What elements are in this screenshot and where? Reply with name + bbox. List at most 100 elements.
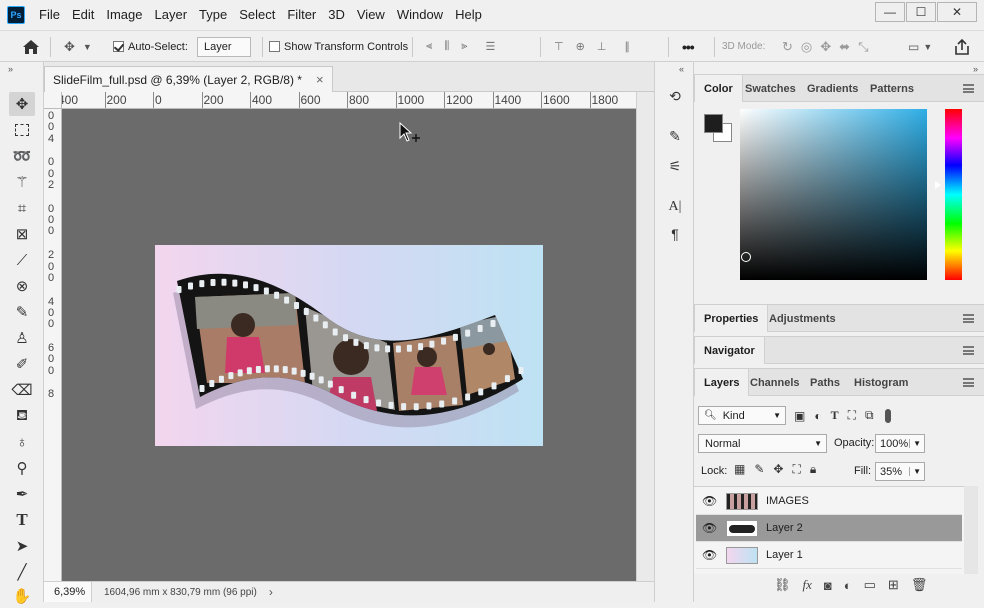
tab-adjustments[interactable]: Adjustments bbox=[760, 305, 845, 332]
collapse-icon[interactable]: » bbox=[8, 64, 13, 74]
hue-slider-handle[interactable] bbox=[935, 181, 941, 189]
panel-menu-icon[interactable] bbox=[963, 314, 974, 323]
share-icon[interactable] bbox=[953, 38, 971, 55]
distribute-v-icon[interactable]: ☰ bbox=[486, 40, 496, 53]
tab-gradients[interactable]: Gradients bbox=[798, 75, 867, 102]
menu-view[interactable]: View bbox=[351, 0, 391, 30]
filter-adjustment-icon[interactable]: ◐ bbox=[814, 409, 821, 423]
align-left-icon[interactable]: ⫷ bbox=[426, 40, 432, 53]
scale-3d-icon[interactable]: ⤡ bbox=[858, 39, 868, 55]
workspace-icon[interactable]: ▭ bbox=[908, 40, 919, 54]
fill-field[interactable]: 35% ▼ bbox=[875, 462, 925, 481]
add-mask-icon[interactable]: ◙ bbox=[824, 578, 832, 593]
clone-stamp-tool[interactable]: ♙ bbox=[9, 326, 35, 350]
eyedropper-tool[interactable]: ⟋ bbox=[9, 248, 35, 272]
home-button[interactable] bbox=[22, 31, 40, 62]
menu-3d[interactable]: 3D bbox=[322, 0, 351, 30]
tab-paths[interactable]: Paths bbox=[801, 369, 849, 396]
chevron-down-icon[interactable]: ▼ bbox=[923, 42, 932, 52]
align-center-h-icon[interactable]: ⫼ bbox=[444, 40, 449, 53]
paragraph-icon[interactable]: ¶ bbox=[665, 224, 685, 244]
layer-row-layer-2[interactable]: 👁︎ Layer 2 bbox=[696, 515, 962, 542]
adjust-sliders-icon[interactable]: ⚟ bbox=[665, 156, 685, 176]
chevron-down-icon[interactable]: ▼ bbox=[909, 467, 921, 476]
vertical-scrollbar[interactable] bbox=[636, 92, 654, 581]
tab-swatches[interactable]: Swatches bbox=[736, 75, 805, 102]
filter-smart-object-icon[interactable]: ⧉ bbox=[865, 408, 874, 423]
history-brush-tool[interactable]: ✐ bbox=[9, 352, 35, 376]
align-right-icon[interactable]: ⫸ bbox=[461, 40, 467, 53]
canvas-area[interactable] bbox=[62, 109, 636, 581]
frame-tool[interactable]: ⊠ bbox=[9, 222, 35, 246]
new-adjustment-layer-icon[interactable]: ◐ bbox=[844, 578, 852, 593]
tab-histogram[interactable]: Histogram bbox=[845, 369, 917, 396]
line-tool[interactable]: ╱ bbox=[9, 560, 35, 584]
brush-tool[interactable]: ✎ bbox=[9, 300, 35, 324]
color-field[interactable] bbox=[740, 109, 927, 280]
visibility-eye-icon[interactable]: 👁︎ bbox=[702, 494, 717, 508]
lasso-tool[interactable]: ➿ bbox=[9, 144, 35, 168]
lock-pixels-icon[interactable]: ✎ bbox=[754, 462, 764, 477]
tab-properties[interactable]: Properties bbox=[694, 305, 769, 332]
visibility-eye-icon[interactable]: 👁︎ bbox=[702, 521, 717, 535]
collapse-icon[interactable]: « bbox=[679, 64, 684, 74]
menu-file[interactable]: File bbox=[33, 0, 66, 30]
character-icon[interactable]: A| bbox=[665, 197, 685, 217]
document-tab[interactable]: SlideFilm_full.psd @ 6,39% (Layer 2, RGB… bbox=[44, 66, 333, 92]
menu-type[interactable]: Type bbox=[193, 0, 233, 30]
history-icon[interactable]: ⟲ bbox=[665, 86, 685, 106]
lock-artboard-icon[interactable]: ⛶ bbox=[792, 462, 800, 477]
auto-select-checkbox[interactable]: Auto-Select: bbox=[113, 31, 188, 62]
filter-pixel-icon[interactable]: ▣ bbox=[794, 409, 805, 423]
lock-all-icon[interactable]: 🔒︎ bbox=[810, 462, 816, 477]
link-layers-icon[interactable]: ⛓ bbox=[774, 577, 791, 593]
collapse-icon[interactable]: » bbox=[973, 64, 978, 74]
menu-filter[interactable]: Filter bbox=[281, 0, 322, 30]
lock-position-icon[interactable]: ✥ bbox=[773, 462, 783, 477]
foreground-color-swatch[interactable] bbox=[704, 114, 723, 133]
filter-type-icon[interactable]: T bbox=[831, 408, 839, 423]
close-tab-button[interactable]: × bbox=[316, 72, 324, 87]
layer-list-scrollbar[interactable] bbox=[964, 486, 978, 574]
hue-slider[interactable] bbox=[945, 109, 962, 280]
minimize-button[interactable]: — bbox=[875, 2, 905, 22]
lock-transparent-icon[interactable]: ▦ bbox=[734, 462, 745, 477]
chevron-down-icon[interactable]: ▼ bbox=[909, 439, 921, 448]
panel-menu-icon[interactable] bbox=[963, 346, 974, 355]
close-window-button[interactable]: ✕ bbox=[937, 2, 977, 22]
layer-style-icon[interactable]: fx bbox=[803, 577, 812, 593]
tab-navigator[interactable]: Navigator bbox=[694, 337, 765, 364]
move-tool[interactable]: ✥ bbox=[9, 92, 35, 116]
panel-menu-icon[interactable] bbox=[963, 378, 974, 387]
roll-3d-icon[interactable]: ◎ bbox=[801, 39, 812, 55]
pan-3d-icon[interactable]: ✥ bbox=[820, 39, 831, 55]
dodge-tool[interactable]: ⚲ bbox=[9, 456, 35, 480]
visibility-eye-icon[interactable]: 👁︎ bbox=[702, 548, 717, 562]
layer-filter-dropdown[interactable]: 🔍︎ Kind ▼ bbox=[698, 406, 786, 425]
more-options-button[interactable]: ••• bbox=[682, 31, 695, 62]
move-tool-preset[interactable]: ✥ ▼ bbox=[64, 31, 92, 62]
align-middle-v-icon[interactable]: ⊕ bbox=[576, 40, 585, 53]
auto-select-check[interactable] bbox=[113, 41, 124, 52]
type-tool[interactable]: T bbox=[9, 508, 35, 532]
menu-layer[interactable]: Layer bbox=[149, 0, 194, 30]
panel-menu-icon[interactable] bbox=[963, 84, 974, 93]
new-group-icon[interactable]: ▭ bbox=[864, 577, 876, 593]
path-selection-tool[interactable]: ➤ bbox=[9, 534, 35, 558]
paint-bucket-tool[interactable]: ⛾ bbox=[9, 404, 35, 428]
color-picker-handle[interactable] bbox=[741, 252, 751, 262]
pen-tool[interactable]: ✒ bbox=[9, 482, 35, 506]
layer-row-images[interactable]: 👁︎ IMAGES bbox=[696, 488, 962, 515]
new-layer-icon[interactable]: ⊞ bbox=[888, 577, 899, 593]
menu-help[interactable]: Help bbox=[449, 0, 488, 30]
opacity-field[interactable]: 100% ▼ bbox=[875, 434, 925, 453]
blend-mode-dropdown[interactable]: Normal ▼ bbox=[698, 434, 827, 453]
filter-shape-icon[interactable]: ⛶ bbox=[848, 408, 856, 423]
align-top-icon[interactable]: ⊤ bbox=[554, 40, 564, 53]
menu-edit[interactable]: Edit bbox=[66, 0, 100, 30]
blur-tool[interactable]: ♁ bbox=[9, 430, 35, 454]
marquee-tool[interactable] bbox=[9, 118, 35, 142]
layer-row-layer-1[interactable]: 👁︎ Layer 1 bbox=[696, 542, 962, 569]
zoom-level[interactable]: 6,39% bbox=[44, 582, 92, 602]
menu-select[interactable]: Select bbox=[233, 0, 281, 30]
